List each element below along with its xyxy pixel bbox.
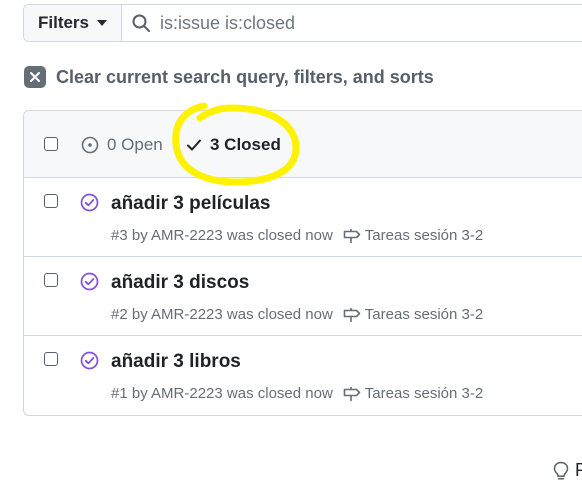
milestone-label: Tareas sesión 3-2 xyxy=(364,306,484,323)
issue-checkbox[interactable] xyxy=(44,273,58,287)
protip-text: P xyxy=(575,460,582,480)
issue-title-link[interactable]: añadir 3 películas xyxy=(111,193,270,215)
milestone-link[interactable]: Tareas sesión 3-2 xyxy=(343,227,483,244)
clear-x-icon xyxy=(24,66,46,88)
issues-list: 0 Open 3 Closed añadir 3 películas #3 by… xyxy=(23,110,582,416)
issue-meta-text: #1 by AMR-2223 was closed now xyxy=(111,385,333,402)
protip: P xyxy=(553,460,582,481)
issue-title-link[interactable]: añadir 3 discos xyxy=(111,272,249,294)
issue-meta: #2 by AMR-2223 was closed now Tareas ses… xyxy=(111,306,483,323)
issue-closed-icon xyxy=(80,351,99,370)
issue-open-icon xyxy=(81,136,99,154)
issue-meta-text: #3 by AMR-2223 was closed now xyxy=(111,227,333,244)
filter-bar: Filters is:issue is:closed xyxy=(23,4,582,42)
filters-button[interactable]: Filters xyxy=(24,5,122,41)
open-count-label: 0 Open xyxy=(107,135,163,154)
tab-open-issues[interactable]: 0 Open xyxy=(81,135,163,155)
search-query: is:issue is:closed xyxy=(160,12,296,33)
search-icon xyxy=(132,14,150,32)
issue-title-link[interactable]: añadir 3 libros xyxy=(111,351,241,373)
issue-meta: #1 by AMR-2223 was closed now Tareas ses… xyxy=(111,385,483,402)
highlight-circle-annotation xyxy=(172,102,300,186)
issue-closed-icon xyxy=(80,193,99,212)
milestone-icon xyxy=(343,307,361,322)
issue-closed-icon xyxy=(80,272,99,291)
caret-down-icon xyxy=(97,20,108,26)
clear-filters-label: Clear current search query, filters, and… xyxy=(56,66,434,87)
issue-row[interactable]: añadir 3 libros #1 by AMR-2223 was close… xyxy=(24,336,582,415)
clear-filters-link[interactable]: Clear current search query, filters, and… xyxy=(24,66,434,88)
milestone-label: Tareas sesión 3-2 xyxy=(364,227,484,244)
issue-meta: #3 by AMR-2223 was closed now Tareas ses… xyxy=(111,227,483,244)
issue-checkbox[interactable] xyxy=(44,194,58,208)
milestone-icon xyxy=(343,386,361,401)
issues-list-header: 0 Open 3 Closed xyxy=(24,111,582,178)
milestone-label: Tareas sesión 3-2 xyxy=(364,385,484,402)
issue-row[interactable]: añadir 3 películas #3 by AMR-2223 was cl… xyxy=(24,178,582,257)
milestone-link[interactable]: Tareas sesión 3-2 xyxy=(343,306,483,323)
filters-button-label: Filters xyxy=(37,13,90,32)
issue-meta-text: #2 by AMR-2223 was closed now xyxy=(111,306,333,323)
issue-checkbox[interactable] xyxy=(44,352,58,366)
select-all-checkbox[interactable] xyxy=(44,137,58,151)
issue-row[interactable]: añadir 3 discos #2 by AMR-2223 was close… xyxy=(24,257,582,336)
milestone-link[interactable]: Tareas sesión 3-2 xyxy=(343,385,483,402)
milestone-icon xyxy=(343,228,361,243)
search-input[interactable]: is:issue is:closed xyxy=(122,5,582,41)
lightbulb-icon xyxy=(553,461,569,480)
